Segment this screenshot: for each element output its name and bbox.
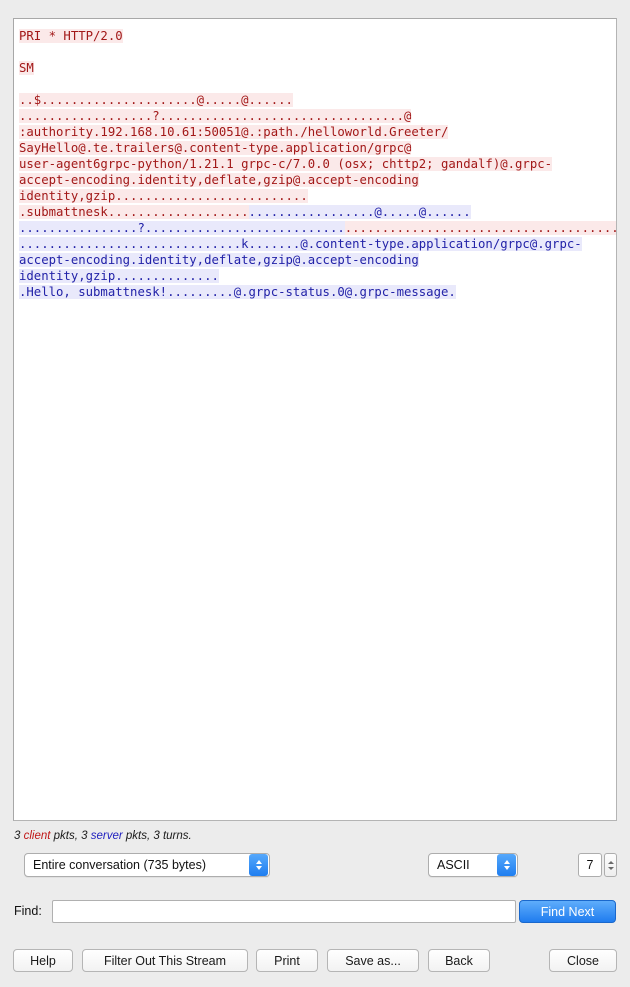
client-text: .submattnesk................... — [19, 205, 249, 219]
data-format-select[interactable]: ASCII — [428, 853, 518, 877]
client-text: PRI * HTTP/2.0 — [19, 29, 123, 43]
summary-suffix: pkts, 3 turns. — [122, 830, 192, 842]
chevron-down-icon[interactable] — [607, 866, 614, 870]
server-text: ..............................k.......@.… — [19, 237, 582, 251]
stream-line — [19, 44, 616, 60]
stream-line: :authority.192.168.10.61:50051@.:path./h… — [19, 124, 616, 140]
client-text: ........................................… — [344, 221, 616, 235]
stream-line: ..................?.....................… — [19, 108, 616, 124]
stream-line: accept-encoding.identity,deflate,gzip@.a… — [19, 172, 616, 188]
stream-summary: 3 client pkts, 3 server pkts, 3 turns. — [14, 830, 192, 842]
stream-line: accept-encoding.identity,deflate,gzip@.a… — [19, 252, 616, 268]
stream-text: PRI * HTTP/2.0 SM ..$...................… — [14, 19, 616, 300]
server-text: .Hello, submattnesk!.........@.grpc-stat… — [19, 285, 456, 299]
find-next-button[interactable]: Find Next — [519, 900, 616, 923]
stream-line: SayHello@.te.trailers@.content-type.appl… — [19, 140, 616, 156]
save-as-button[interactable]: Save as... — [327, 949, 419, 972]
help-button[interactable]: Help — [13, 949, 73, 972]
client-text: ..$.....................@.....@...... — [19, 93, 293, 107]
find-input[interactable] — [52, 900, 516, 923]
stream-line: ..............................k.......@.… — [19, 236, 616, 252]
chevron-updown-icon[interactable] — [249, 854, 268, 876]
stream-line: .Hello, submattnesk!.........@.grpc-stat… — [19, 284, 616, 300]
summary-prefix: 3 — [14, 830, 24, 842]
chevron-up-icon — [255, 860, 262, 864]
client-text: SayHello@.te.trailers@.content-type.appl… — [19, 141, 412, 155]
back-button[interactable]: Back — [428, 949, 490, 972]
stream-line: user-agent6grpc-python/1.21.1 grpc-c/7.0… — [19, 156, 616, 172]
summary-middle: pkts, 3 — [50, 830, 91, 842]
find-label: Find: — [14, 904, 42, 918]
client-text: user-agent6grpc-python/1.21.1 grpc-c/7.0… — [19, 157, 553, 171]
stream-line: identity,gzip.............. — [19, 268, 616, 284]
summary-client-word: client — [23, 830, 51, 842]
close-button[interactable]: Close — [549, 949, 617, 972]
print-button[interactable]: Print — [256, 949, 318, 972]
stream-line — [19, 76, 616, 92]
chevron-up-icon[interactable] — [607, 860, 614, 864]
client-text: ..................?.....................… — [19, 109, 412, 123]
stream-line: identity,gzip.......................... — [19, 188, 616, 204]
data-format-select-value: ASCII — [437, 858, 470, 872]
client-text: SM — [19, 61, 34, 75]
stream-line: ................?.......................… — [19, 220, 616, 236]
client-text: :authority.192.168.10.61:50051@.:path./h… — [19, 125, 449, 139]
summary-server-word: server — [90, 830, 123, 842]
stream-number-stepper[interactable] — [604, 853, 617, 877]
stream-line: .submattnesk............................… — [19, 204, 616, 220]
stream-number-input[interactable]: 7 — [578, 853, 602, 877]
chevron-up-icon — [503, 860, 510, 864]
server-text: .................@.....@...... — [248, 205, 471, 219]
chevron-updown-icon[interactable] — [497, 854, 516, 876]
conversation-select[interactable]: Entire conversation (735 bytes) — [24, 853, 270, 877]
stream-line: SM — [19, 60, 616, 76]
stream-line: PRI * HTTP/2.0 — [19, 28, 616, 44]
client-text: identity,gzip.......................... — [19, 189, 308, 203]
stream-line: ..$.....................@.....@...... — [19, 92, 616, 108]
conversation-select-value: Entire conversation (735 bytes) — [33, 858, 207, 872]
follow-stream-dialog: PRI * HTTP/2.0 SM ..$...................… — [0, 0, 630, 987]
controls-row: Entire conversation (735 bytes) Show and… — [0, 853, 630, 879]
stream-content-panel[interactable]: PRI * HTTP/2.0 SM ..$...................… — [13, 18, 617, 821]
chevron-down-icon — [255, 866, 262, 870]
server-text: identity,gzip.............. — [19, 269, 219, 283]
chevron-down-icon — [503, 866, 510, 870]
filter-out-stream-button[interactable]: Filter Out This Stream — [82, 949, 248, 972]
server-text: ................?.......................… — [19, 221, 345, 235]
server-text: accept-encoding.identity,deflate,gzip@.a… — [19, 253, 419, 267]
client-text: accept-encoding.identity,deflate,gzip@.a… — [19, 173, 419, 187]
